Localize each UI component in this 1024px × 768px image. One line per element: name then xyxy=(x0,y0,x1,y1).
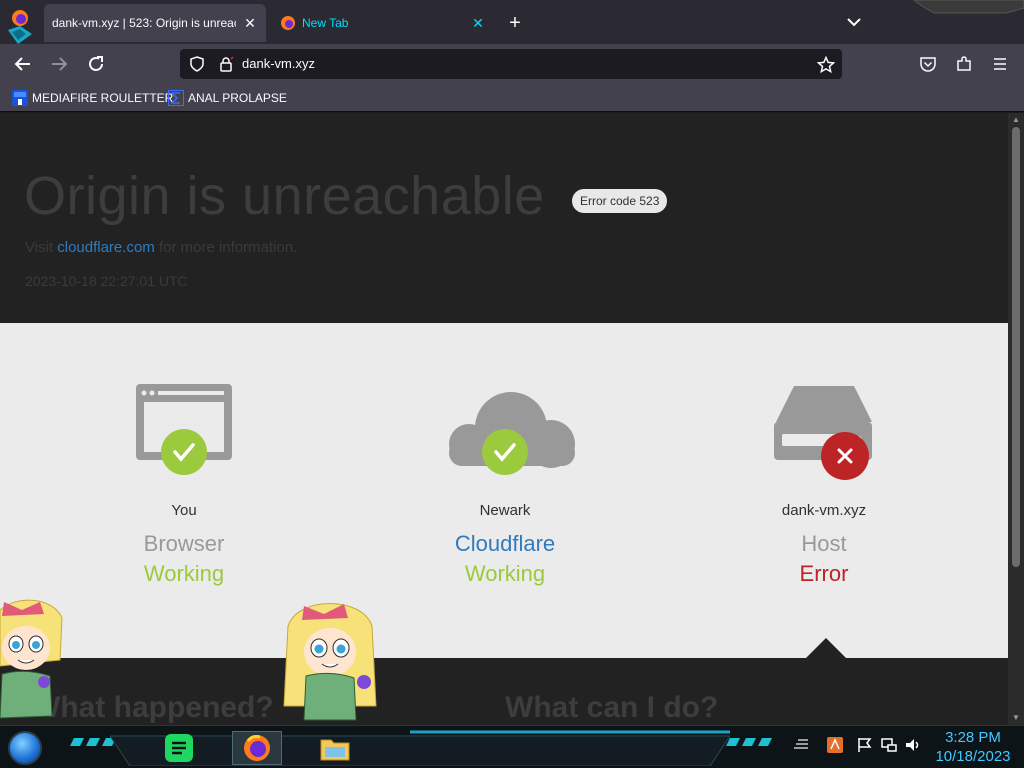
lock-icon[interactable] xyxy=(218,56,234,72)
tab-strip: dank-vm.xyz | 523: Origin is unreachable… xyxy=(0,0,1024,44)
hamburger-menu-icon xyxy=(994,58,1006,70)
cloudflare-error-page: Origin is unreachable Error code 523 Vis… xyxy=(0,113,1008,725)
tab-title: dank-vm.xyz | 523: Origin is unreachable xyxy=(52,16,236,30)
clock-date: 10/18/2023 xyxy=(935,748,1011,765)
app-tray-icon[interactable] xyxy=(826,736,844,754)
cartoon-character-sticker xyxy=(283,603,377,721)
firefox-icon xyxy=(281,16,295,30)
reload-button[interactable] xyxy=(83,51,109,77)
check-icon xyxy=(482,429,528,475)
error-code-badge: Error code 523 xyxy=(572,189,668,213)
clock-time: 3:28 PM xyxy=(945,729,1001,746)
location-label: You xyxy=(171,502,197,519)
error-x-icon xyxy=(821,432,869,480)
forward-arrow-icon xyxy=(52,57,68,71)
action-center-flag-icon[interactable] xyxy=(856,736,874,754)
show-hidden-icons-icon[interactable] xyxy=(792,736,810,754)
component-label[interactable]: Cloudflare xyxy=(405,531,605,557)
pocket-icon xyxy=(920,57,936,72)
taskbar-spotify[interactable] xyxy=(154,731,204,765)
url-bar[interactable]: dank-vm.xyz xyxy=(180,49,842,79)
taskbar-firefox[interactable] xyxy=(232,731,282,765)
reload-icon xyxy=(89,56,103,71)
puzzle-piece-icon xyxy=(957,56,971,71)
navigation-toolbar: dank-vm.xyz xyxy=(0,44,1024,84)
sigma-icon xyxy=(168,90,184,106)
taskbar-file-explorer[interactable] xyxy=(310,731,360,765)
start-button[interactable] xyxy=(8,731,42,765)
back-button[interactable] xyxy=(10,51,36,77)
url-text: dank-vm.xyz xyxy=(242,56,315,71)
page-scrollbar[interactable]: ▲ ▼ xyxy=(1008,113,1024,725)
close-tab-icon[interactable]: ✕ xyxy=(242,15,258,31)
extensions-button[interactable] xyxy=(951,51,977,77)
status-column-cloudflare: Newark Cloudflare Working xyxy=(405,378,605,587)
section-pointer xyxy=(806,638,846,658)
timestamp: 2023-10-18 22:27:01 UTC xyxy=(25,273,188,289)
bookmarks-toolbar: MEDIAFIRE ROULETTER ANAL PROLAPSE xyxy=(0,84,1024,112)
taskbar: 3:28 PM 10/18/2023 xyxy=(0,725,1024,768)
bookmark-sigma[interactable]: ANAL PROLAPSE xyxy=(168,89,287,107)
bookmark-label: MEDIAFIRE ROULETTER xyxy=(32,91,174,105)
firefox-icon xyxy=(244,735,270,761)
visit-info: Visit cloudflare.com for more informatio… xyxy=(25,239,298,256)
status-label: Error xyxy=(799,561,849,586)
component-label: Browser xyxy=(143,531,225,556)
bookmark-mediafire[interactable]: MEDIAFIRE ROULETTER xyxy=(12,89,173,107)
spotify-icon xyxy=(165,734,193,762)
tab-active[interactable]: dank-vm.xyz | 523: Origin is unreachable… xyxy=(44,4,266,42)
list-tabs-chevron-icon[interactable] xyxy=(842,10,866,34)
screen: dank-vm.xyz | 523: Origin is unreachable… xyxy=(0,0,1024,768)
volume-icon[interactable] xyxy=(904,736,922,754)
cartoon-character-sticker xyxy=(0,599,63,719)
back-arrow-icon xyxy=(14,57,30,71)
bookmark-star-icon[interactable] xyxy=(817,56,835,74)
forward-button[interactable] xyxy=(46,51,72,77)
taskbar-decoration xyxy=(726,738,772,746)
what-can-i-do-heading: What can I do? xyxy=(505,691,719,724)
component-label: Host xyxy=(801,531,847,556)
shield-icon[interactable] xyxy=(189,56,205,72)
mediafire-icon xyxy=(12,90,28,106)
location-label: Newark xyxy=(479,502,531,519)
new-tab-button[interactable]: + xyxy=(502,10,528,36)
app-menu-button[interactable] xyxy=(987,51,1013,77)
status-column-browser: You Browser Working xyxy=(84,378,284,587)
firefox-menu-icon[interactable] xyxy=(6,4,36,44)
window-frame-decoration xyxy=(914,0,1024,14)
tab-title: New Tab xyxy=(302,16,349,30)
system-clock[interactable]: 3:28 PM 10/18/2023 xyxy=(928,728,1018,766)
status-label: Working xyxy=(464,561,546,586)
tab-new-tab[interactable]: New Tab ✕ xyxy=(272,4,494,42)
scroll-up-arrow-icon[interactable]: ▲ xyxy=(1012,116,1020,124)
folder-icon xyxy=(320,739,350,761)
location-label: dank-vm.xyz xyxy=(781,502,867,519)
error-header: Origin is unreachable Error code 523 Vis… xyxy=(0,113,1008,323)
scroll-thumb[interactable] xyxy=(1012,127,1020,567)
status-column-host: dank-vm.xyz Host Error xyxy=(724,378,924,587)
network-icon[interactable] xyxy=(880,736,898,754)
page-title: Origin is unreachable xyxy=(24,166,545,226)
check-icon xyxy=(161,429,207,475)
cloudflare-link[interactable]: cloudflare.com xyxy=(57,239,155,256)
close-tab-icon[interactable]: ✕ xyxy=(470,15,486,31)
status-label: Working xyxy=(143,561,225,586)
scroll-down-arrow-icon[interactable]: ▼ xyxy=(1012,714,1020,722)
bookmark-label: ANAL PROLAPSE xyxy=(188,91,287,105)
pocket-button[interactable] xyxy=(915,51,941,77)
